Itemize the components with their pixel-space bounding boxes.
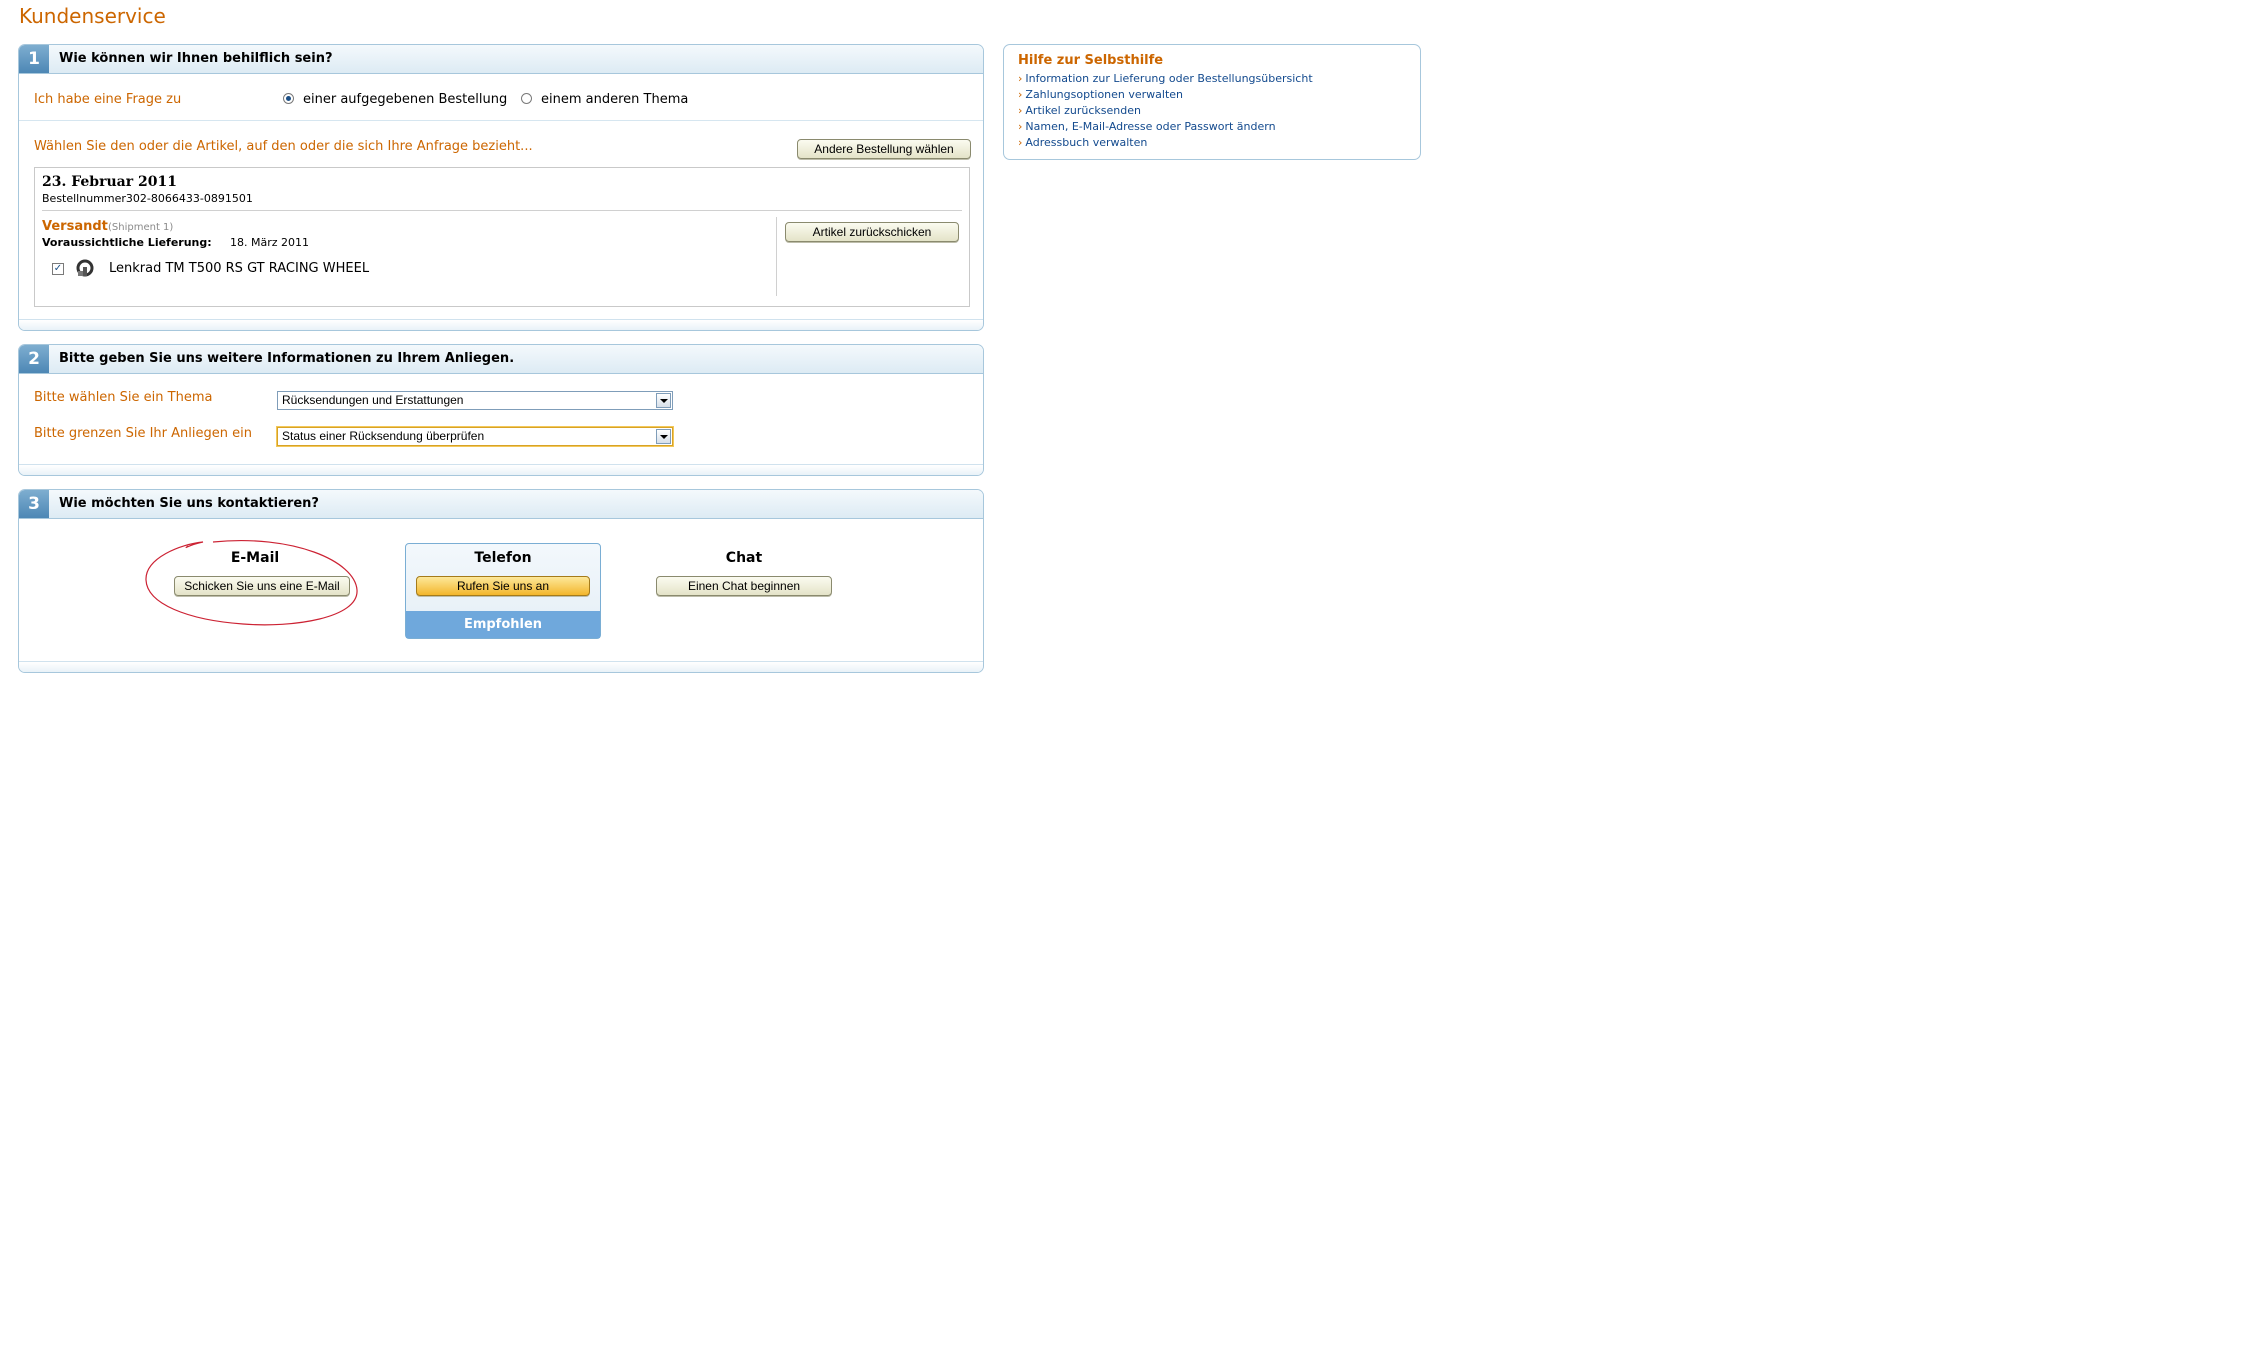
phone-option: Telefon Rufen Sie uns an Empfohlen xyxy=(405,543,601,639)
radio-order-label[interactable]: einer aufgegebenen Bestellung xyxy=(303,92,507,107)
call-button[interactable]: Rufen Sie uns an xyxy=(416,576,590,596)
step-number: 1 xyxy=(19,45,49,73)
topic-select[interactable]: Rücksendungen und Erstattungen xyxy=(277,391,673,410)
chat-option: Chat xyxy=(644,550,844,566)
phone-title: Telefon xyxy=(474,550,532,566)
help-link-returns[interactable]: › Artikel zurücksenden xyxy=(1018,104,1141,117)
chevron-right-icon: › xyxy=(1018,104,1023,117)
radio-other-label[interactable]: einem anderen Thema xyxy=(541,92,688,107)
shipment-status: Versandt xyxy=(42,219,108,234)
section-footer xyxy=(19,319,983,330)
email-option: E-Mail xyxy=(155,550,355,566)
delivery-label: Voraussichtliche Lieferung: xyxy=(42,236,212,249)
help-link-label[interactable]: Zahlungsoptionen verwalten xyxy=(1025,88,1183,101)
help-link-payment[interactable]: › Zahlungsoptionen verwalten xyxy=(1018,88,1183,101)
chevron-right-icon: › xyxy=(1018,120,1023,133)
section-title: Bitte geben Sie uns weitere Informatione… xyxy=(59,351,515,366)
radio-order[interactable] xyxy=(283,93,294,104)
radio-other-topic[interactable] xyxy=(521,93,532,104)
chevron-right-icon: › xyxy=(1018,88,1023,101)
help-link-label[interactable]: Artikel zurücksenden xyxy=(1025,104,1141,117)
divider xyxy=(42,210,962,211)
topic-label: Bitte wählen Sie ein Thema xyxy=(34,390,213,405)
section-title: Wie können wir Ihnen behilflich sein? xyxy=(59,51,333,66)
help-link-label[interactable]: Namen, E-Mail-Adresse oder Passwort ände… xyxy=(1025,120,1275,133)
help-link-addressbook[interactable]: › Adressbuch verwalten xyxy=(1018,136,1147,149)
narrow-label: Bitte grenzen Sie Ihr Anliegen ein xyxy=(34,426,252,441)
section-inquiry: 1 Wie können wir Ihnen behilflich sein? … xyxy=(18,44,984,331)
section-header: 1 Wie können wir Ihnen behilflich sein? xyxy=(19,45,983,74)
self-help-title: Hilfe zur Selbsthilfe xyxy=(1018,53,1164,68)
help-link-delivery[interactable]: › Information zur Lieferung oder Bestellu… xyxy=(1018,72,1313,85)
steering-wheel-icon xyxy=(75,258,95,278)
section-details: 2 Bitte geben Sie uns weitere Informatio… xyxy=(18,344,984,476)
email-title: E-Mail xyxy=(230,550,280,566)
return-items-button[interactable]: Artikel zurückschicken xyxy=(785,222,959,242)
step-number: 3 xyxy=(19,490,49,518)
item-name[interactable]: Lenkrad TM T500 RS GT RACING WHEEL xyxy=(109,261,369,276)
help-link-account[interactable]: › Namen, E-Mail-Adresse oder Passwort änd… xyxy=(1018,120,1276,133)
order-box: 23. Februar 2011 Bestellnummer302-806643… xyxy=(34,167,970,307)
help-link-label[interactable]: Information zur Lieferung oder Bestellun… xyxy=(1025,72,1312,85)
order-number: Bestellnummer302-8066433-0891501 xyxy=(42,192,253,205)
divider xyxy=(19,120,983,121)
recommended-badge: Empfohlen xyxy=(406,611,600,638)
narrow-select-value: Status einer Rücksendung überprüfen xyxy=(282,429,485,443)
chat-button[interactable]: Einen Chat beginnen xyxy=(656,576,832,596)
help-link-label[interactable]: Adressbuch verwalten xyxy=(1025,136,1147,149)
section-header: 2 Bitte geben Sie uns weitere Informatio… xyxy=(19,345,983,374)
question-label: Ich habe eine Frage zu xyxy=(34,92,182,107)
step-number: 2 xyxy=(19,345,49,373)
section-contact: 3 Wie möchten Sie uns kontaktieren? E-Ma… xyxy=(18,489,984,673)
page-title: Kundenservice xyxy=(19,4,166,28)
chevron-down-icon[interactable] xyxy=(656,393,671,408)
section-footer xyxy=(19,661,983,672)
topic-select-value: Rücksendungen und Erstattungen xyxy=(282,393,464,407)
section-title: Wie möchten Sie uns kontaktieren? xyxy=(59,496,319,511)
delivery-date: 18. März 2011 xyxy=(230,236,310,249)
email-button[interactable]: Schicken Sie uns eine E-Mail xyxy=(174,576,350,596)
section-footer xyxy=(19,464,983,475)
shipment-number: (Shipment 1) xyxy=(108,222,174,233)
select-items-hint: Wählen Sie den oder die Artikel, auf den… xyxy=(34,139,533,154)
section-header: 3 Wie möchten Sie uns kontaktieren? xyxy=(19,490,983,519)
item-checkbox[interactable]: ✓ xyxy=(52,263,64,275)
other-order-button[interactable]: Andere Bestellung wählen xyxy=(797,139,971,159)
chevron-down-icon[interactable] xyxy=(656,429,671,444)
chevron-right-icon: › xyxy=(1018,136,1023,149)
order-date: 23. Februar 2011 xyxy=(42,174,177,190)
chat-title: Chat xyxy=(725,550,763,566)
divider xyxy=(776,217,777,296)
chevron-right-icon: › xyxy=(1018,72,1023,85)
narrow-select[interactable]: Status einer Rücksendung überprüfen xyxy=(277,427,673,446)
self-help-box: Hilfe zur Selbsthilfe › Information zur L… xyxy=(1003,44,1421,160)
